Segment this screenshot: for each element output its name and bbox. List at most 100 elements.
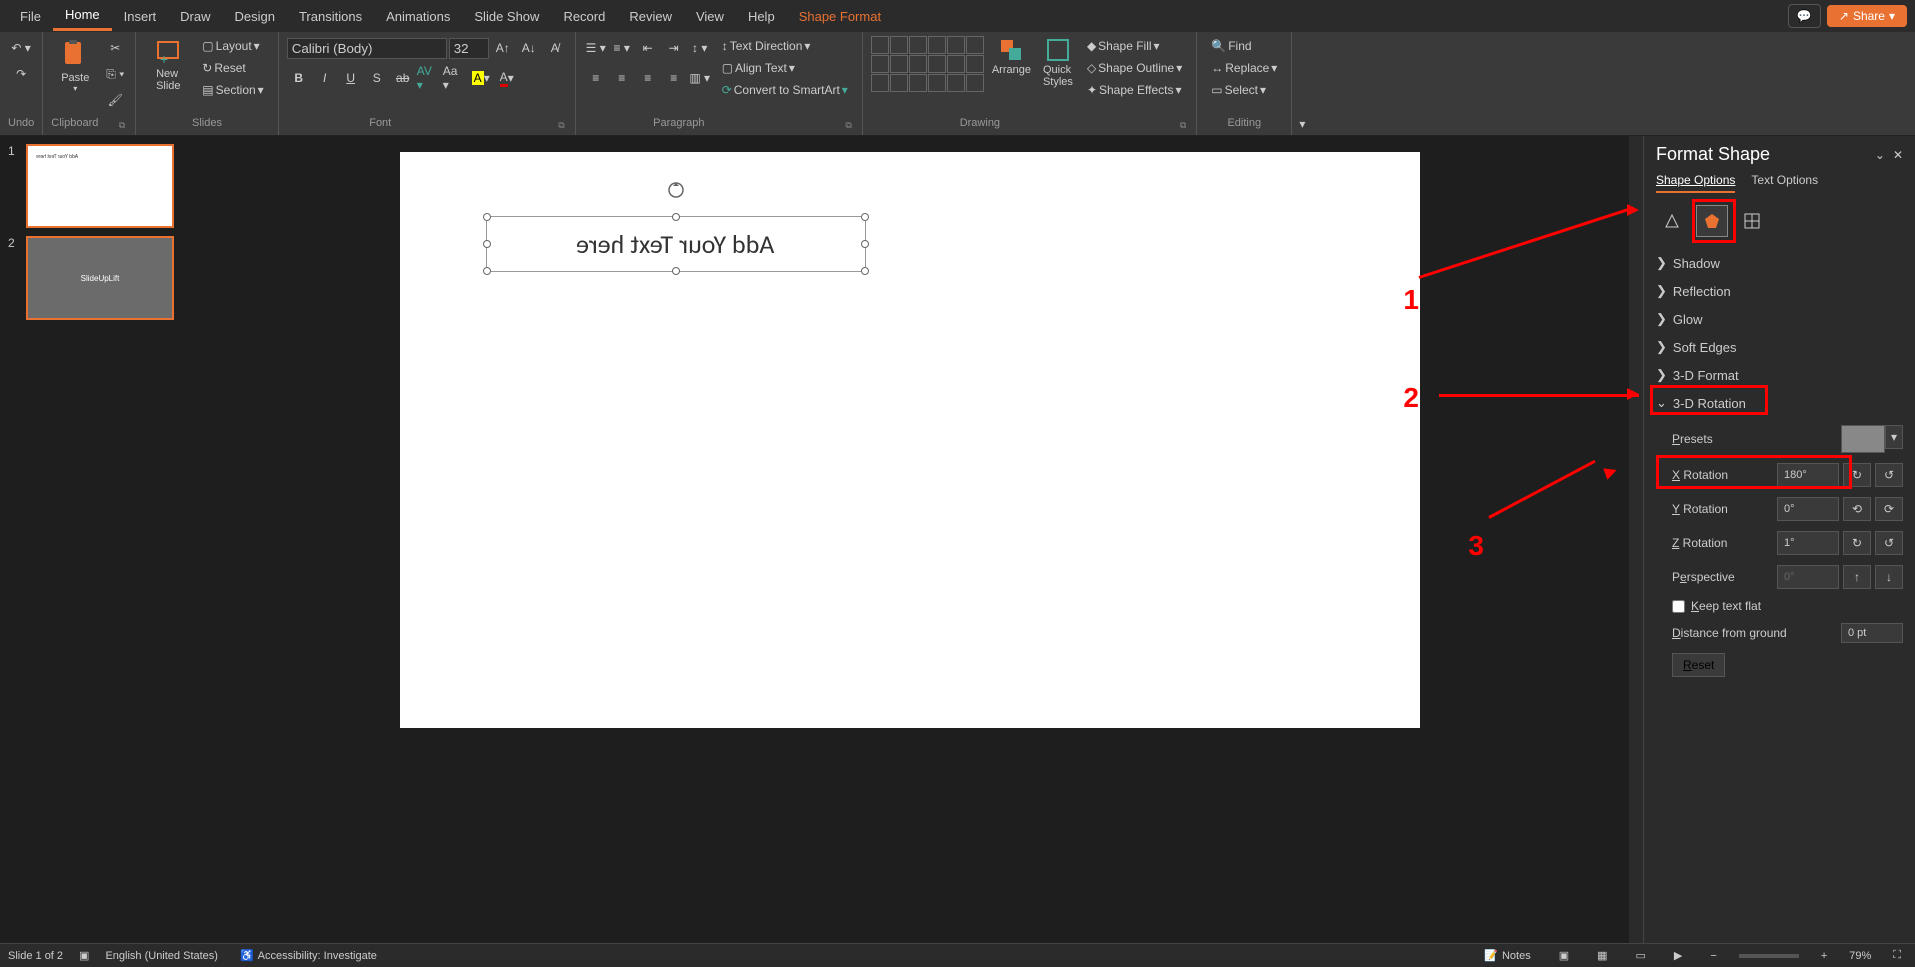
align-text-button[interactable]: ▢ Align Text ▾ xyxy=(716,58,854,78)
sorter-view-button[interactable]: ▦ xyxy=(1591,947,1613,964)
replace-button[interactable]: ↔ Replace ▾ xyxy=(1205,58,1283,78)
shape-fill-button[interactable]: ◆ Shape Fill ▾ xyxy=(1081,36,1188,56)
fit-to-window-button[interactable]: ⛶ xyxy=(1887,947,1907,964)
menu-draw[interactable]: Draw xyxy=(168,3,222,30)
thumbnail-1[interactable]: Add Your Text here xyxy=(26,144,174,228)
pane-options-button[interactable]: ⌄ xyxy=(1875,148,1885,162)
quick-styles-button[interactable]: Quick Styles xyxy=(1039,36,1077,90)
numbering-button[interactable]: ≡ ▾ xyxy=(610,36,634,60)
section-soft-edges[interactable]: ❯ Soft Edges xyxy=(1656,333,1903,361)
x-rotate-right-button[interactable]: ↺ xyxy=(1875,463,1903,487)
new-slide-button[interactable]: + New Slide xyxy=(144,36,192,94)
handle-mr[interactable] xyxy=(861,240,869,248)
menu-help[interactable]: Help xyxy=(736,3,787,30)
change-case-button[interactable]: Aa ▾ xyxy=(443,66,467,90)
z-rotate-ccw-button[interactable]: ↺ xyxy=(1875,531,1903,555)
z-rotation-input[interactable] xyxy=(1777,531,1839,555)
presets-arrow[interactable]: ▾ xyxy=(1885,425,1903,449)
shapes-gallery[interactable] xyxy=(871,36,984,92)
menu-file[interactable]: File xyxy=(8,3,53,30)
perspective-up-button[interactable]: ↑ xyxy=(1843,565,1871,589)
align-center-button[interactable]: ≡ xyxy=(610,66,634,90)
zoom-out-button[interactable]: − xyxy=(1704,948,1722,964)
y-rotate-up-button[interactable]: ⟲ xyxy=(1843,497,1871,521)
zoom-slider[interactable] xyxy=(1739,954,1799,958)
menu-home[interactable]: Home xyxy=(53,1,112,31)
font-color-button[interactable]: A ▾ xyxy=(495,66,519,90)
char-spacing-button[interactable]: AV ▾ xyxy=(417,66,441,90)
text-direction-button[interactable]: ↕ Text Direction ▾ xyxy=(716,36,854,56)
section-shadow[interactable]: ❯ Shadow xyxy=(1656,249,1903,277)
clipboard-launcher[interactable]: ⧉ xyxy=(117,120,127,131)
increase-indent-button[interactable]: ⇥ xyxy=(662,36,686,60)
rotate-handle[interactable] xyxy=(667,181,685,202)
font-size-input[interactable] xyxy=(449,38,489,59)
tab-text-options[interactable]: Text Options xyxy=(1751,173,1818,193)
shadow-button[interactable]: S xyxy=(365,66,389,90)
menu-record[interactable]: Record xyxy=(551,3,617,30)
perspective-down-button[interactable]: ↓ xyxy=(1875,565,1903,589)
slide-canvas[interactable]: Add Your Text here xyxy=(400,152,1420,728)
menu-review[interactable]: Review xyxy=(617,3,684,30)
vertical-scrollbar[interactable] xyxy=(1629,136,1643,943)
section-button[interactable]: ▤ Section ▾ xyxy=(196,80,269,100)
spell-check-icon[interactable]: ▣ xyxy=(79,949,89,962)
comments-button[interactable]: 💬 xyxy=(1788,4,1821,28)
fill-line-icon[interactable] xyxy=(1656,205,1688,237)
thumbnail-2[interactable]: SlideUpLift xyxy=(26,236,174,320)
reading-view-button[interactable]: ▭ xyxy=(1630,947,1652,964)
zoom-in-button[interactable]: + xyxy=(1815,948,1833,964)
shape-outline-button[interactable]: ◇ Shape Outline ▾ xyxy=(1081,58,1188,78)
highlight-button[interactable]: A ▾ xyxy=(469,66,493,90)
zoom-level[interactable]: 79% xyxy=(1849,950,1871,962)
clear-formatting-button[interactable]: A̸ xyxy=(543,36,567,60)
size-properties-icon[interactable] xyxy=(1736,205,1768,237)
notes-button[interactable]: 📝 Notes xyxy=(1478,947,1536,964)
redo-button[interactable]: ↷ xyxy=(9,62,33,86)
undo-button[interactable]: ↶ ▾ xyxy=(9,36,33,60)
handle-ml[interactable] xyxy=(483,240,491,248)
language-status[interactable]: English (United States) xyxy=(105,950,218,962)
slide-counter[interactable]: Slide 1 of 2 xyxy=(8,950,63,962)
handle-tr[interactable] xyxy=(861,213,869,221)
copy-button[interactable]: ⎘ ▾ xyxy=(103,62,127,86)
share-button[interactable]: ↗ Share ▾ xyxy=(1827,5,1907,27)
decrease-font-button[interactable]: A↓ xyxy=(517,36,541,60)
align-left-button[interactable]: ≡ xyxy=(584,66,608,90)
columns-button[interactable]: ▥ ▾ xyxy=(688,66,712,90)
bold-button[interactable]: B xyxy=(287,66,311,90)
justify-button[interactable]: ≡ xyxy=(662,66,686,90)
paragraph-launcher[interactable]: ⧉ xyxy=(843,120,853,131)
font-launcher[interactable]: ⧉ xyxy=(556,120,566,131)
slideshow-view-button[interactable]: ▶ xyxy=(1668,947,1688,964)
strikethrough-button[interactable]: ab xyxy=(391,66,415,90)
underline-button[interactable]: U xyxy=(339,66,363,90)
y-rotation-input[interactable] xyxy=(1777,497,1839,521)
y-rotate-down-button[interactable]: ⟳ xyxy=(1875,497,1903,521)
align-right-button[interactable]: ≡ xyxy=(636,66,660,90)
layout-button[interactable]: ▢ Layout ▾ xyxy=(196,36,269,56)
smartart-button[interactable]: ⟳ Convert to SmartArt ▾ xyxy=(716,80,854,100)
menu-slideshow[interactable]: Slide Show xyxy=(462,3,551,30)
arrange-button[interactable]: Arrange xyxy=(988,36,1035,78)
paste-button[interactable]: Paste ▾ xyxy=(51,36,99,95)
menu-shape-format[interactable]: Shape Format xyxy=(787,3,893,30)
keep-text-flat-checkbox[interactable] xyxy=(1672,600,1685,613)
increase-font-button[interactable]: A↑ xyxy=(491,36,515,60)
section-glow[interactable]: ❯ Glow xyxy=(1656,305,1903,333)
line-spacing-button[interactable]: ↕ ▾ xyxy=(688,36,712,60)
section-reflection[interactable]: ❯ Reflection xyxy=(1656,277,1903,305)
handle-tc[interactable] xyxy=(672,213,680,221)
z-rotate-cw-button[interactable]: ↻ xyxy=(1843,531,1871,555)
cut-button[interactable]: ✂ xyxy=(103,36,127,60)
handle-br[interactable] xyxy=(861,267,869,275)
menu-animations[interactable]: Animations xyxy=(374,3,462,30)
menu-view[interactable]: View xyxy=(684,3,736,30)
reset-rotation-button[interactable]: Reset xyxy=(1672,653,1725,677)
select-button[interactable]: ▭ Select ▾ xyxy=(1205,80,1283,100)
shape-effects-button[interactable]: ✦ Shape Effects ▾ xyxy=(1081,80,1188,100)
presets-dropdown[interactable] xyxy=(1841,425,1885,453)
textbox-shape[interactable]: Add Your Text here xyxy=(486,216,866,272)
bullets-button[interactable]: ☰ ▾ xyxy=(584,36,608,60)
menu-insert[interactable]: Insert xyxy=(112,3,169,30)
